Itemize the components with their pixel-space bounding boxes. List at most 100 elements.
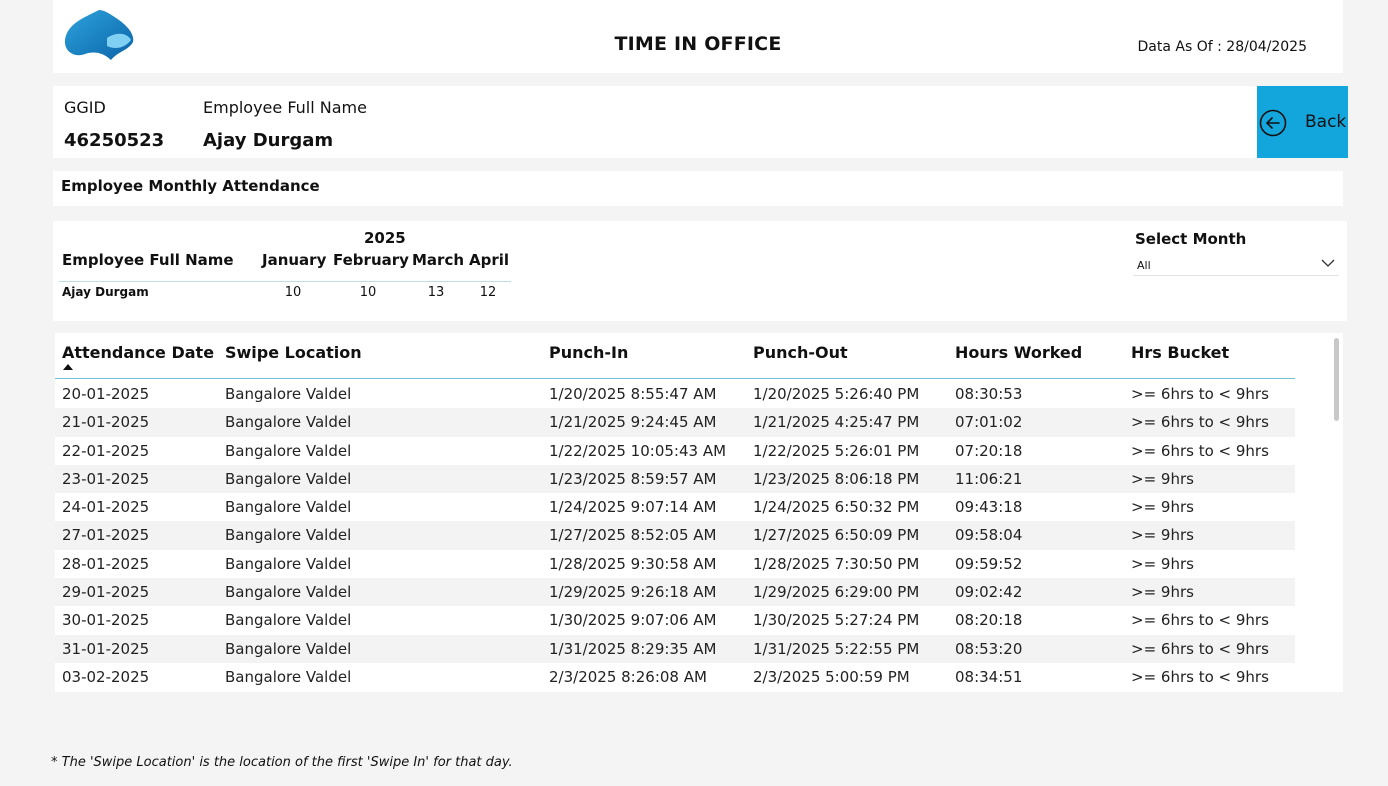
month-select-dropdown[interactable]: All xyxy=(1133,254,1339,276)
table-cell: 1/24/2025 6:50:32 PM xyxy=(753,498,920,517)
table-row[interactable]: 03-02-2025 Bangalore Valdel 2/3/2025 8:26:… xyxy=(55,663,1295,691)
table-cell: Bangalore Valdel xyxy=(225,469,352,488)
data-as-of-text: Data As Of : 28/04/2025 xyxy=(1137,39,1307,55)
table-cell: 09:02:42 xyxy=(955,583,1023,602)
table-cell: 20-01-2025 xyxy=(62,385,150,403)
table-cell: 1/28/2025 7:30:50 PM xyxy=(753,554,920,573)
table-cell: Bangalore Valdel xyxy=(225,554,352,573)
table-row[interactable]: 24-01-2025 Bangalore Valdel 1/24/2025 9:07… xyxy=(55,493,1295,521)
monthly-attendance-matrix: 2025 Employee Full Name January February… xyxy=(53,221,1347,321)
table-cell: 22-01-2025 xyxy=(62,441,150,460)
table-row[interactable]: 22-01-2025 Bangalore Valdel 1/22/2025 10:0… xyxy=(55,437,1295,465)
table-cell: Bangalore Valdel xyxy=(225,639,352,658)
table-cell: Bangalore Valdel xyxy=(225,413,352,432)
table-row[interactable]: 29-01-2025 Bangalore Valdel 1/29/2025 9:26… xyxy=(55,578,1295,607)
footnote: * The 'Swipe Location' is the location o… xyxy=(51,755,513,770)
table-cell: 1/30/2025 9:07:06 AM xyxy=(549,611,717,630)
table-cell: >= 6hrs to < 9hrs xyxy=(1131,611,1269,630)
table-cell: 1/30/2025 5:27:24 PM xyxy=(753,611,920,630)
header-divider xyxy=(55,378,1295,379)
table-row[interactable]: 30-01-2025 Bangalore Valdel 1/30/2025 9:07… xyxy=(55,606,1295,634)
table-cell: 1/21/2025 4:25:47 PM xyxy=(753,413,920,432)
matrix-name-header: Employee Full Name xyxy=(62,251,234,269)
table-cell: >= 6hrs to < 9hrs xyxy=(1131,413,1269,432)
table-cell: 08:34:51 xyxy=(955,667,1023,686)
table-cell: 31-01-2025 xyxy=(62,639,150,658)
table-cell: 1/28/2025 9:30:58 AM xyxy=(549,554,717,573)
table-cell: 1/24/2025 9:07:14 AM xyxy=(549,498,717,517)
matrix-month-header: February xyxy=(333,251,409,269)
report-header: TIME IN OFFICE Data As Of : 28/04/2025 xyxy=(53,0,1343,73)
table-cell: 07:20:18 xyxy=(955,441,1023,460)
table-cell: Bangalore Valdel xyxy=(225,526,352,545)
matrix-month-header: January xyxy=(262,251,327,269)
column-header-swipe-location[interactable]: Swipe Location xyxy=(225,343,362,362)
table-cell: Bangalore Valdel xyxy=(225,583,352,602)
table-cell: >= 6hrs to < 9hrs xyxy=(1131,639,1269,658)
employee-name-value: Ajay Durgam xyxy=(203,130,334,151)
table-row[interactable]: 27-01-2025 Bangalore Valdel 1/27/2025 8:52… xyxy=(55,521,1295,550)
table-cell: >= 9hrs xyxy=(1131,469,1194,488)
scrollbar-thumb[interactable] xyxy=(1334,338,1339,421)
employee-info-card: GGID 46250523 Employee Full Name Ajay Du… xyxy=(53,86,1257,158)
matrix-value: 10 xyxy=(359,285,377,300)
table-cell: 09:58:04 xyxy=(955,526,1023,545)
matrix-divider xyxy=(59,281,511,282)
arrow-left-circle-icon xyxy=(1259,109,1287,137)
table-cell: 1/22/2025 5:26:01 PM xyxy=(753,441,920,460)
table-cell: 1/29/2025 9:26:18 AM xyxy=(549,583,717,602)
column-header-hours-worked[interactable]: Hours Worked xyxy=(955,343,1082,362)
table-cell: 11:06:21 xyxy=(955,469,1023,488)
ggid-label: GGID xyxy=(64,98,106,117)
column-header-attendance-date[interactable]: Attendance Date xyxy=(62,343,214,362)
table-cell: 1/31/2025 5:22:55 PM xyxy=(753,639,920,658)
matrix-month-header: April xyxy=(469,251,510,269)
sort-ascending-icon[interactable] xyxy=(63,364,73,370)
matrix-value: 12 xyxy=(479,285,497,300)
table-cell: >= 9hrs xyxy=(1131,526,1194,545)
table-cell: 1/29/2025 6:29:00 PM xyxy=(753,583,920,602)
table-row[interactable]: 23-01-2025 Bangalore Valdel 1/23/2025 8:59… xyxy=(55,464,1295,494)
table-cell: >= 6hrs to < 9hrs xyxy=(1131,667,1269,686)
matrix-employee-name: Ajay Durgam xyxy=(62,285,149,299)
table-cell: 30-01-2025 xyxy=(62,611,150,630)
table-row[interactable]: 20-01-2025 Bangalore Valdel 1/20/2025 8:55… xyxy=(55,380,1295,408)
column-header-punch-out[interactable]: Punch-Out xyxy=(753,343,848,362)
table-cell: 24-01-2025 xyxy=(62,498,150,517)
table-cell: 1/23/2025 8:59:57 AM xyxy=(549,469,717,488)
chevron-down-icon xyxy=(1321,259,1335,267)
back-button[interactable]: Back xyxy=(1257,86,1348,158)
back-button-label: Back xyxy=(1305,112,1347,132)
column-header-punch-in[interactable]: Punch-In xyxy=(549,343,628,362)
matrix-value: 13 xyxy=(427,285,445,300)
table-cell: Bangalore Valdel xyxy=(225,441,352,460)
table-row[interactable]: 21-01-2025 Bangalore Valdel 1/21/2025 9:24… xyxy=(55,408,1295,437)
matrix-value: 10 xyxy=(284,285,302,300)
table-cell: 23-01-2025 xyxy=(62,469,150,488)
table-cell: 1/20/2025 8:55:47 AM xyxy=(549,385,717,403)
table-cell: >= 9hrs xyxy=(1131,498,1194,517)
section-title-bar: Employee Monthly Attendance xyxy=(53,171,1343,206)
table-cell: 1/31/2025 8:29:35 AM xyxy=(549,639,717,658)
column-header-hrs-bucket[interactable]: Hrs Bucket xyxy=(1131,343,1229,362)
table-cell: 27-01-2025 xyxy=(62,526,150,545)
table-cell: Bangalore Valdel xyxy=(225,611,352,630)
table-cell: 2/3/2025 8:26:08 AM xyxy=(549,667,707,686)
table-cell: Bangalore Valdel xyxy=(225,667,352,686)
table-cell: 28-01-2025 xyxy=(62,554,150,573)
table-row[interactable]: 31-01-2025 Bangalore Valdel 1/31/2025 8:29… xyxy=(55,634,1295,663)
table-cell: 1/27/2025 6:50:09 PM xyxy=(753,526,920,545)
table-cell: >= 9hrs xyxy=(1131,554,1194,573)
section-title: Employee Monthly Attendance xyxy=(61,177,320,195)
ggid-value: 46250523 xyxy=(64,130,165,151)
table-cell: 09:43:18 xyxy=(955,498,1023,517)
month-select-value: All xyxy=(1137,259,1151,272)
table-cell: >= 6hrs to < 9hrs xyxy=(1131,441,1269,460)
table-row[interactable]: 28-01-2025 Bangalore Valdel 1/28/2025 9:30… xyxy=(55,550,1295,578)
table-cell: 07:01:02 xyxy=(955,413,1023,432)
table-cell: >= 9hrs xyxy=(1131,583,1194,602)
table-cell: 1/21/2025 9:24:45 AM xyxy=(549,413,717,432)
table-cell: 08:53:20 xyxy=(955,639,1023,658)
table-cell: >= 6hrs to < 9hrs xyxy=(1131,385,1269,403)
table-cell: 03-02-2025 xyxy=(62,667,150,686)
